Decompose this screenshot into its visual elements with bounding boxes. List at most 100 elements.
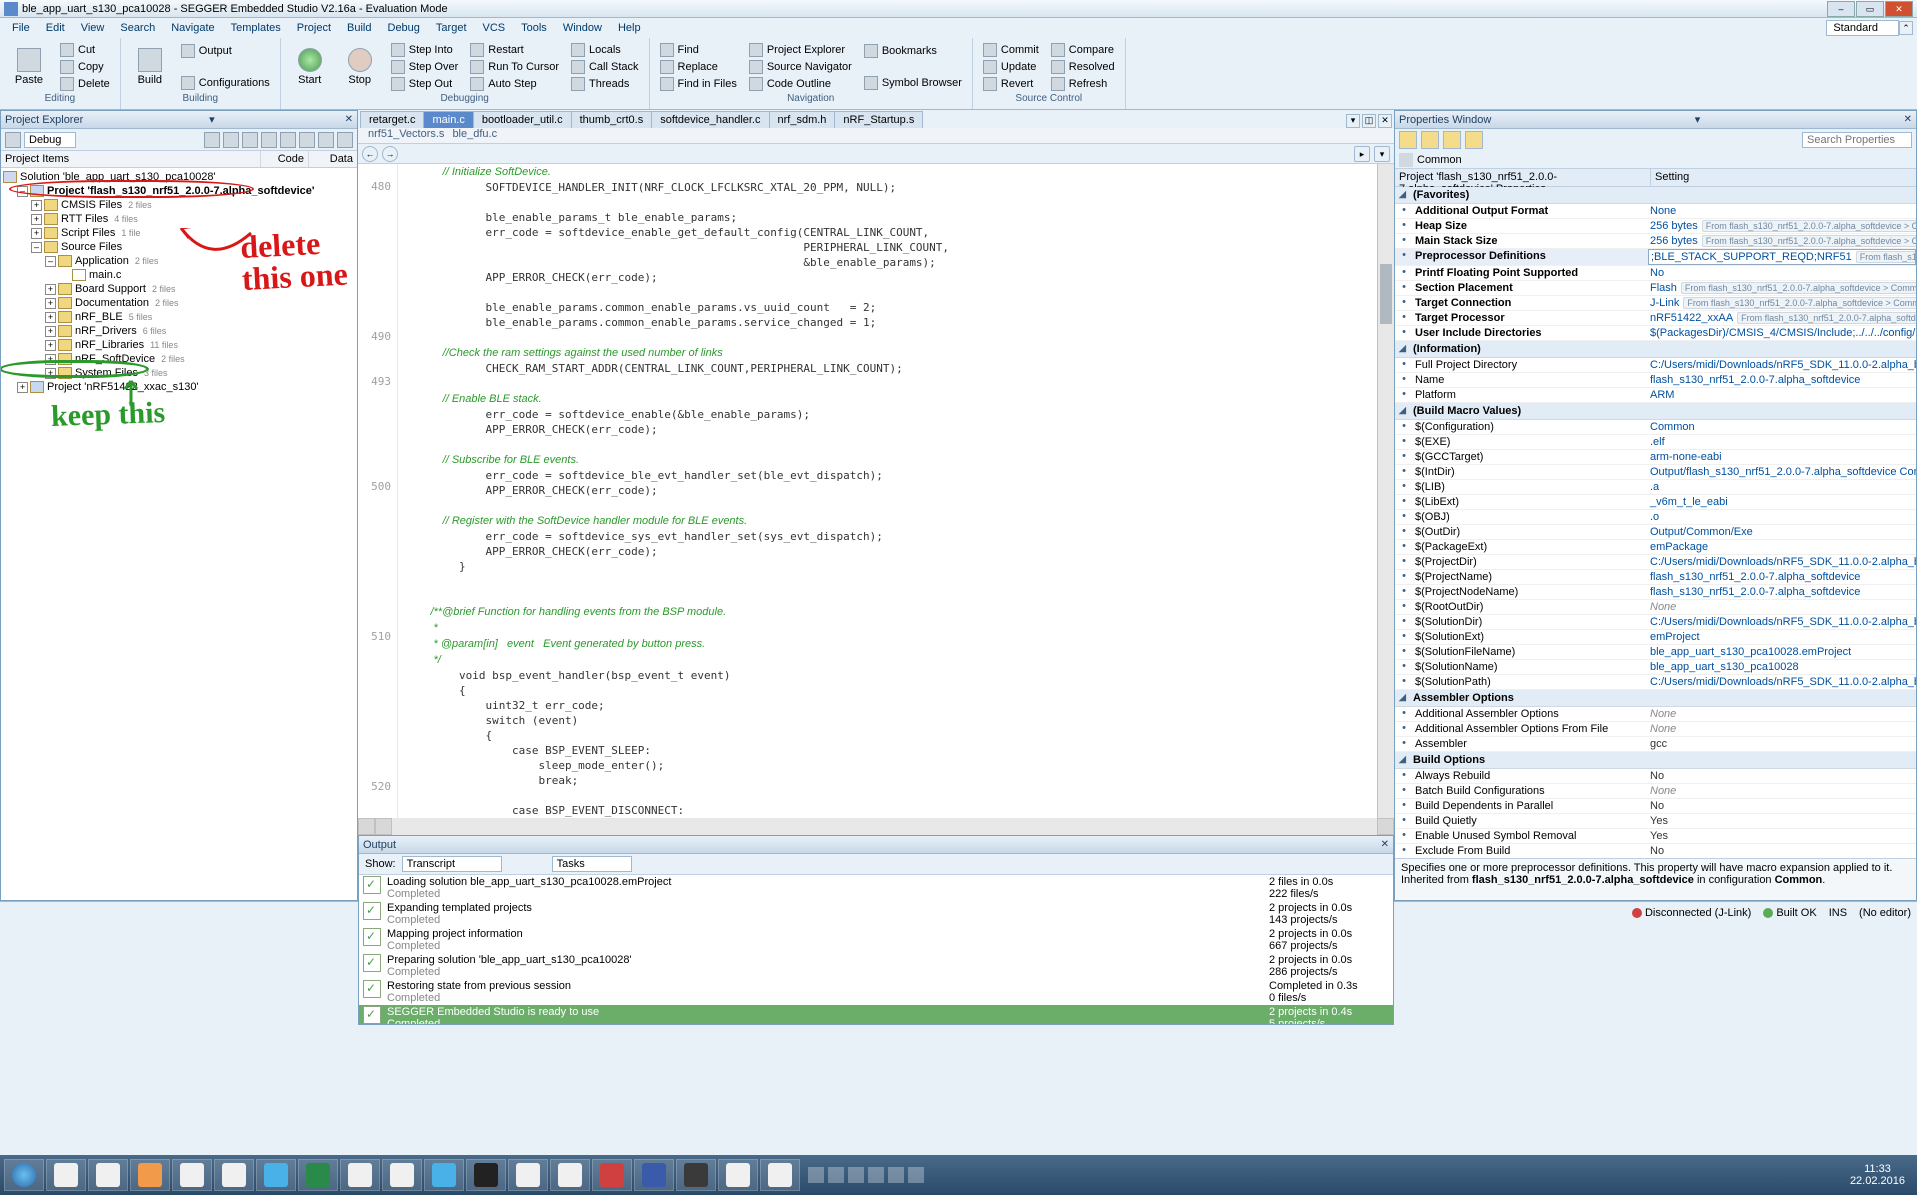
project-nrf[interactable]: Project 'nRF51422_xxac_s130' <box>47 381 199 393</box>
taskbar-app2[interactable] <box>508 1159 548 1191</box>
properties-search-input[interactable] <box>1802 132 1912 148</box>
panel-pin-icon[interactable]: ▾ <box>1695 113 1701 126</box>
project-tree[interactable]: Solution 'ble_app_uart_s130_pca10028' –P… <box>1 168 357 900</box>
tray-icon[interactable] <box>868 1167 884 1183</box>
nav-back-button[interactable]: ← <box>362 146 378 162</box>
taskbar-pdf[interactable] <box>592 1159 632 1191</box>
expander-icon[interactable]: – <box>31 242 42 253</box>
configurations-button[interactable]: Configurations <box>177 75 274 91</box>
property-row[interactable]: •$(SolutionPath)C:/Users/midi/Downloads/… <box>1395 675 1916 690</box>
pe-col-data[interactable]: Data <box>309 151 357 167</box>
code-outline-button[interactable]: Code Outline <box>745 76 856 92</box>
auto-step-button[interactable]: Auto Step <box>466 76 563 92</box>
menu-window[interactable]: Window <box>555 20 610 36</box>
system-tray[interactable] <box>802 1167 930 1183</box>
output-tb2[interactable] <box>1331 838 1345 852</box>
taskbar-app3[interactable] <box>550 1159 590 1191</box>
menu-build[interactable]: Build <box>339 20 379 36</box>
expander-icon[interactable]: + <box>45 326 56 337</box>
property-row[interactable]: •Additional Assembler Options From FileN… <box>1395 722 1916 737</box>
collapse-ribbon-button[interactable]: ⌃ <box>1899 21 1913 35</box>
symbol-browser-button[interactable]: Symbol Browser <box>860 75 966 91</box>
property-row[interactable]: •Preprocessor Definitions;BLE_STACK_SUPP… <box>1395 249 1916 266</box>
code-text[interactable]: // Initialize SoftDevice. SOFTDEVICE_HAN… <box>398 164 1377 818</box>
paste-button[interactable]: Paste <box>6 40 52 93</box>
property-row[interactable]: •Assemblergcc <box>1395 737 1916 752</box>
taskbar-ie[interactable] <box>46 1159 86 1191</box>
nav-forward-button[interactable]: → <box>382 146 398 162</box>
call-stack-button[interactable]: Call Stack <box>567 59 643 75</box>
property-row[interactable]: •Target ConnectionJ-LinkFrom flash_s130_… <box>1395 296 1916 311</box>
taskbar-visio[interactable] <box>382 1159 422 1191</box>
property-row[interactable]: •$(OBJ).o <box>1395 510 1916 525</box>
subtab-vectors[interactable]: nrf51_Vectors.s <box>368 128 444 143</box>
property-row[interactable]: •PlatformARM <box>1395 388 1916 403</box>
menu-target[interactable]: Target <box>428 20 475 36</box>
property-row[interactable]: •Additional Assembler OptionsNone <box>1395 707 1916 722</box>
property-row[interactable]: •Always RebuildNo <box>1395 769 1916 784</box>
menu-search[interactable]: Search <box>112 20 163 36</box>
menu-navigate[interactable]: Navigate <box>163 20 222 36</box>
expander-icon[interactable]: + <box>45 368 56 379</box>
property-row[interactable]: •$(RootOutDir)None <box>1395 600 1916 615</box>
restart-button[interactable]: Restart <box>466 42 563 58</box>
tray-icon[interactable] <box>808 1167 824 1183</box>
pe-tb1[interactable] <box>204 132 220 148</box>
taskbar-app1[interactable] <box>214 1159 254 1191</box>
commit-button[interactable]: Commit <box>979 42 1043 58</box>
output-tb3[interactable] <box>1347 838 1361 852</box>
subtab-bledfu[interactable]: ble_dfu.c <box>452 128 497 143</box>
property-row[interactable]: •$(ProjectDir)C:/Users/midi/Downloads/nR… <box>1395 555 1916 570</box>
taskbar-clock[interactable]: 11:3322.02.2016 <box>1842 1163 1913 1187</box>
property-row[interactable]: •$(ProjectNodeName)flash_s130_nrf51_2.0.… <box>1395 585 1916 600</box>
property-row[interactable]: •Printf Floating Point SupportedNo <box>1395 266 1916 281</box>
pe-tb7[interactable] <box>318 132 334 148</box>
output-tb4[interactable] <box>1363 838 1377 852</box>
property-row[interactable]: •Exclude From BuildNo <box>1395 844 1916 858</box>
property-row[interactable]: •$(Configuration)Common <box>1395 420 1916 435</box>
expander-icon[interactable]: – <box>17 186 28 197</box>
expander-icon[interactable]: – <box>45 256 56 267</box>
taskbar-flash[interactable] <box>634 1159 674 1191</box>
menu-view[interactable]: View <box>73 20 113 36</box>
menu-debug[interactable]: Debug <box>380 20 428 36</box>
nav-up-button[interactable]: ▸ <box>1354 146 1370 162</box>
tab-list-button[interactable]: ▾ <box>1346 114 1360 128</box>
property-row[interactable]: •$(GCCTarget)arm-none-eabi <box>1395 450 1916 465</box>
output-tb1[interactable] <box>1315 838 1329 852</box>
taskbar-chrome[interactable] <box>172 1159 212 1191</box>
pe-toolbar-icon[interactable] <box>5 132 21 148</box>
expander-icon[interactable]: + <box>31 200 42 211</box>
threads-button[interactable]: Threads <box>567 76 643 92</box>
panel-pin-icon[interactable]: ▾ <box>209 113 215 126</box>
property-row[interactable]: •$(LibExt)_v6m_t_le_eabi <box>1395 495 1916 510</box>
expander-icon[interactable]: + <box>45 298 56 309</box>
prop-prop-button[interactable] <box>1465 131 1483 149</box>
out-tb-a[interactable] <box>508 856 524 872</box>
expander-icon[interactable]: + <box>31 228 42 239</box>
close-button[interactable]: ✕ <box>1885 1 1913 17</box>
refresh-button[interactable]: Refresh <box>1047 76 1119 92</box>
prop-cat-button[interactable] <box>1421 131 1439 149</box>
tab-nrfsdm[interactable]: nrf_sdm.h <box>769 111 836 128</box>
menu-file[interactable]: File <box>4 20 38 36</box>
menu-help[interactable]: Help <box>610 20 649 36</box>
output-close-icon[interactable]: ✕ <box>1381 839 1389 850</box>
panel-close-icon[interactable]: ✕ <box>345 114 353 125</box>
property-row[interactable]: •$(SolutionExt)emProject <box>1395 630 1916 645</box>
tray-icon[interactable] <box>888 1167 904 1183</box>
property-row[interactable]: •$(LIB).a <box>1395 480 1916 495</box>
property-row[interactable]: •$(SolutionFileName)ble_app_uart_s130_pc… <box>1395 645 1916 660</box>
taskbar-media[interactable] <box>130 1159 170 1191</box>
property-row[interactable]: •User Include Directories$(PackagesDir)/… <box>1395 326 1916 341</box>
copy-button[interactable]: Copy <box>56 59 114 75</box>
expander-icon[interactable]: + <box>31 214 42 225</box>
tab-close-button[interactable]: ✕ <box>1378 114 1392 128</box>
menu-vcs[interactable]: VCS <box>475 20 514 36</box>
tab-main[interactable]: main.c <box>423 111 473 128</box>
property-group[interactable]: (Information) <box>1395 341 1916 358</box>
maximize-button[interactable]: ▭ <box>1856 1 1884 17</box>
property-grid[interactable]: (Favorites)•Additional Output FormatNone… <box>1395 187 1916 858</box>
find-button[interactable]: Find <box>656 42 741 58</box>
property-row[interactable]: •$(PackageExt)emPackage <box>1395 540 1916 555</box>
